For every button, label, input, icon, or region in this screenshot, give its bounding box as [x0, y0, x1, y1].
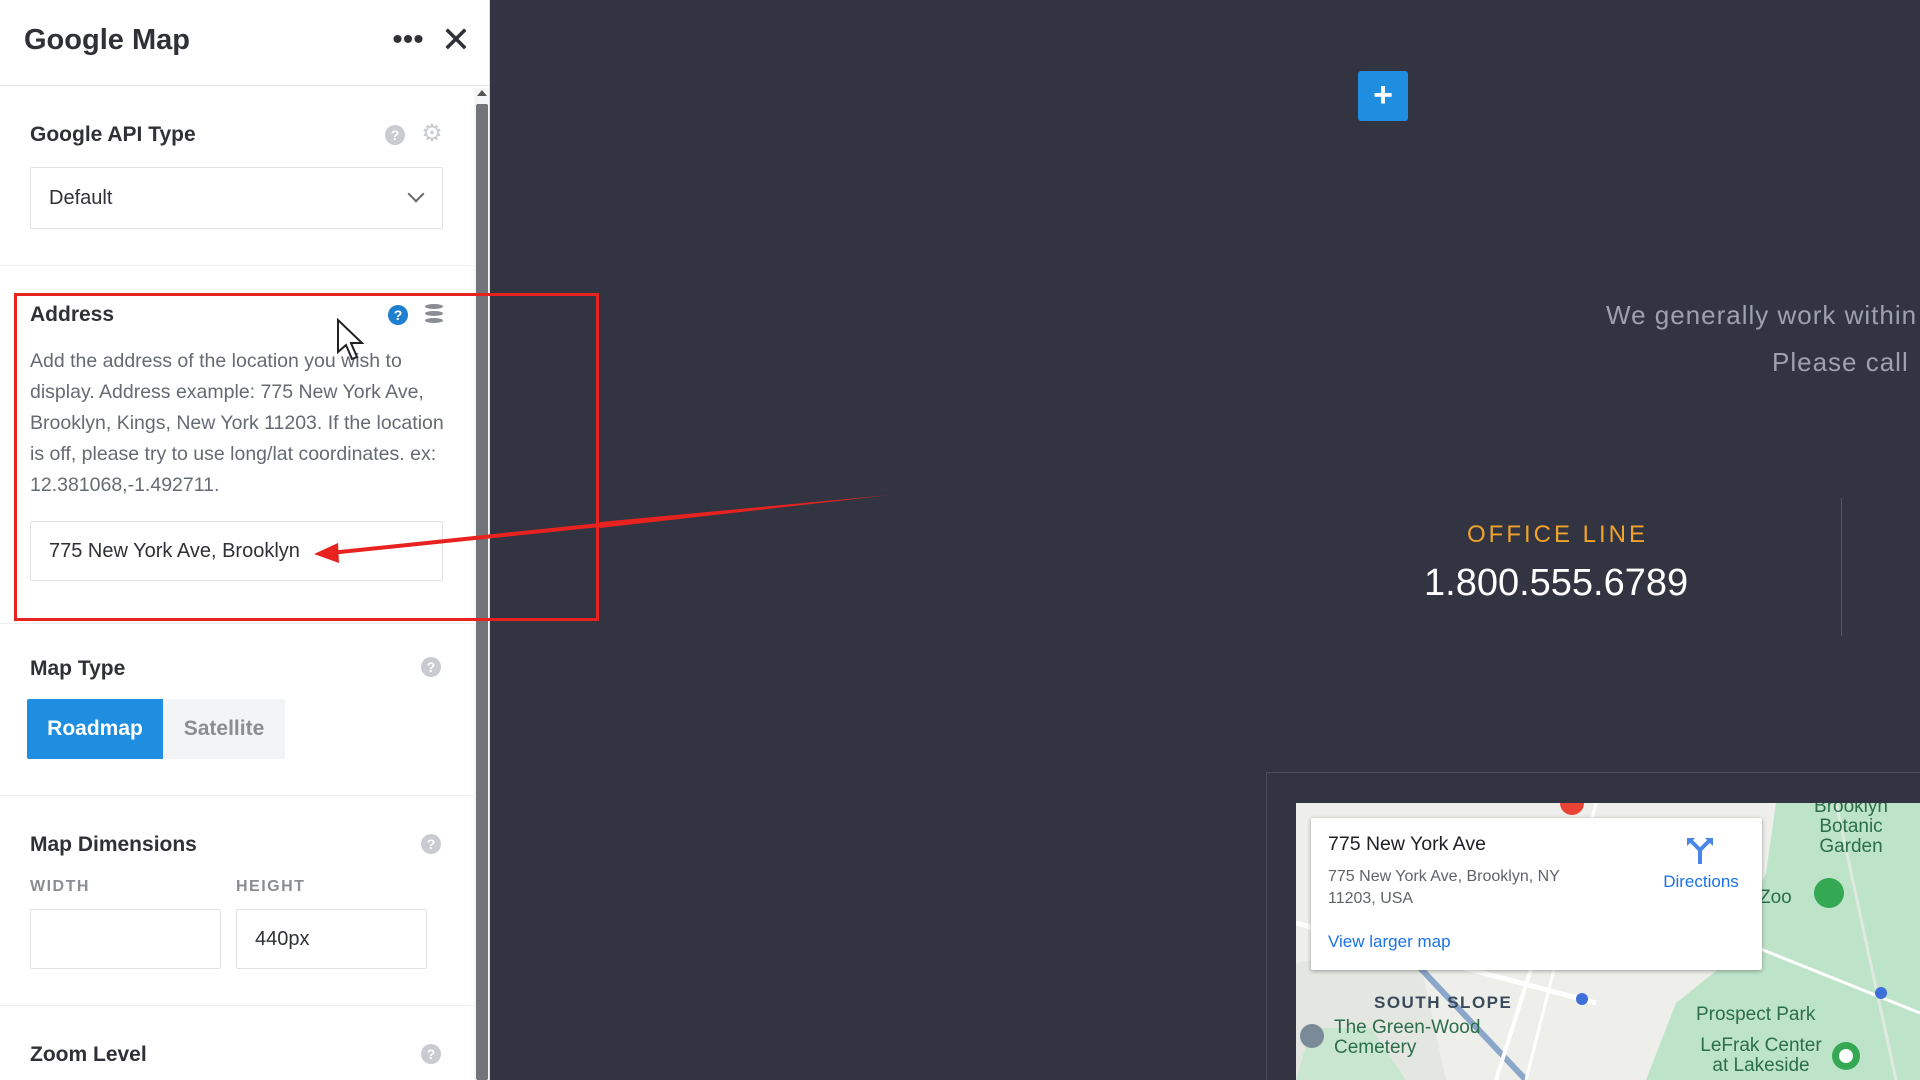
height-caption: HEIGHT	[236, 878, 306, 895]
panel-title: Google Map	[24, 24, 190, 56]
map-label-green-wood-cemetery: The Green-Wood Cemetery	[1334, 1017, 1481, 1058]
width-caption: WIDTH	[30, 878, 90, 895]
column-divider	[1841, 498, 1842, 636]
place-address: 775 New York Ave, Brooklyn, NY 11203, US…	[1328, 868, 1560, 907]
office-line-label: OFFICE LINE	[1467, 521, 1649, 548]
map-type-satellite-button[interactable]: Satellite	[163, 699, 285, 759]
office-phone-number: 1.800.555.6789	[1424, 562, 1689, 604]
view-larger-map-link[interactable]: View larger map	[1328, 932, 1451, 952]
add-module-button[interactable]: +	[1358, 71, 1408, 121]
cursor-icon	[337, 318, 365, 361]
help-icon[interactable]: ?	[421, 834, 441, 854]
api-type-select-value: Default	[49, 187, 113, 209]
zoom-level-label: Zoom Level	[30, 1043, 147, 1066]
map-type-roadmap-button[interactable]: Roadmap	[27, 699, 163, 759]
scroll-up-icon[interactable]	[477, 90, 487, 96]
map-dimensions-label: Map Dimensions	[30, 833, 197, 856]
map-info-card: 775 New York Ave 775 New York Ave, Brook…	[1311, 818, 1762, 970]
api-type-select[interactable]: Default	[30, 167, 443, 229]
api-type-label: Google API Type	[30, 123, 196, 146]
chevron-down-icon	[407, 185, 425, 203]
divider	[0, 623, 474, 624]
help-icon[interactable]: ?	[421, 657, 441, 677]
close-icon[interactable]: ✕	[438, 22, 474, 58]
map-label-zoo: Zoo	[1759, 887, 1792, 908]
directions-label: Directions	[1663, 872, 1739, 891]
map-label-lefrak-center: LeFrak Center at Lakeside	[1700, 1035, 1822, 1076]
map-height-input[interactable]	[236, 909, 427, 969]
directions-button[interactable]: Directions	[1651, 834, 1751, 894]
annotation-highlight-box	[14, 293, 599, 621]
directions-icon	[1687, 838, 1713, 864]
map-label-botanic-garden: Brooklyn Botanic Garden	[1814, 803, 1888, 857]
divider	[0, 265, 474, 266]
map-label-prospect-park: Prospect Park	[1696, 1004, 1816, 1025]
help-icon[interactable]: ?	[385, 125, 405, 145]
hero-text-line: We generally work within	[1606, 300, 1918, 330]
map-type-label: Map Type	[30, 657, 126, 680]
map-width-input[interactable]	[30, 909, 221, 969]
divider	[0, 1005, 474, 1006]
panel-header: Google Map ••• ✕	[0, 0, 489, 86]
map-label-south-slope: SOUTH SLOPE	[1374, 993, 1513, 1012]
divider	[0, 795, 474, 796]
more-options-icon[interactable]: •••	[392, 25, 424, 58]
help-icon[interactable]: ?	[421, 1044, 441, 1064]
plus-icon: +	[1373, 76, 1393, 114]
place-title: 775 New York Ave	[1328, 833, 1486, 855]
hero-text-line: Please call	[1772, 347, 1909, 377]
gear-icon[interactable]: ⚙	[420, 122, 444, 146]
